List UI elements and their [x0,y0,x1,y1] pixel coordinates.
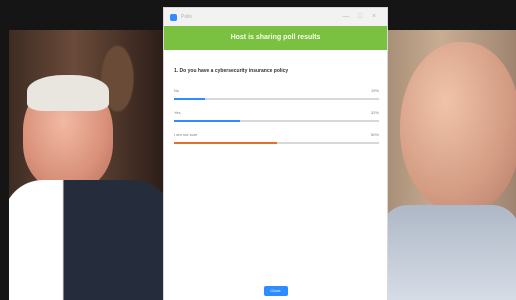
window-titlebar[interactable]: Polls — □ × [164,8,387,26]
minimize-icon[interactable]: — [339,8,353,26]
meeting-stage: Polls — □ × Host is sharing poll results… [0,0,516,300]
close-poll-button[interactable]: Close [263,286,288,296]
participant-right-body [380,205,516,300]
participant-left-hair [27,75,109,111]
poll-answer-row: I am not sure 50% [174,132,379,152]
answer-label: I am not sure [174,132,198,137]
answer-bar-track [174,142,379,144]
maximize-icon[interactable]: □ [353,8,367,26]
answer-label: No [174,88,180,93]
answer-bar-fill [174,142,277,144]
window-title: Polls [181,14,192,20]
answer-percent: 50% [370,132,379,137]
poll-question: 1. Do you have a cybersecurity insurance… [174,68,289,74]
participant-right-face [400,42,516,212]
poll-answer-row: No 19% [174,88,379,108]
close-icon[interactable]: × [367,8,381,26]
answer-bar-fill [174,98,205,100]
answer-label: Yes [174,110,181,115]
poll-results-window: Polls — □ × Host is sharing poll results… [164,8,387,300]
poll-status-banner: Host is sharing poll results [164,26,387,50]
answer-percent: 32% [370,110,379,115]
answer-percent: 19% [370,88,379,93]
zoom-app-icon [170,13,177,21]
answer-bar-track [174,120,379,122]
poll-footer: Close [164,282,387,300]
answer-bar-track [174,98,379,100]
video-tile-left [9,30,164,300]
poll-answer-row: Yes 32% [174,110,379,130]
participant-left-body [9,180,164,300]
poll-answers: No 19% Yes 32% I am not sure 50% [174,88,379,154]
answer-bar-fill [174,120,240,122]
video-tile-right [380,30,516,300]
